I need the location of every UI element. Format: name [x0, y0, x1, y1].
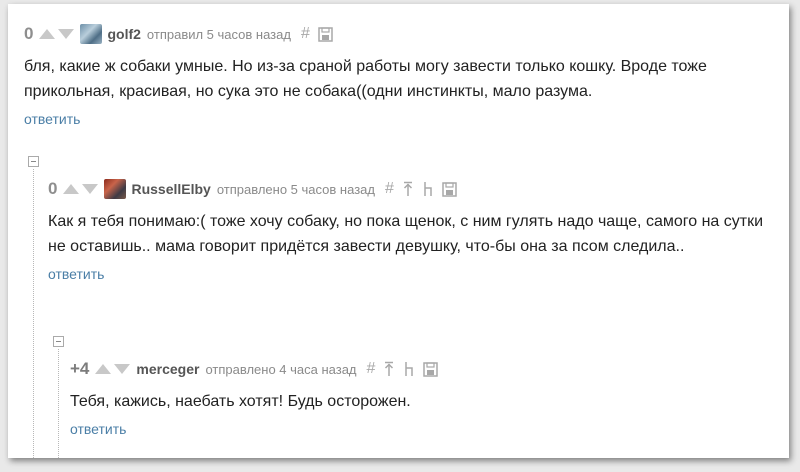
comment-header: 0 RussellElby отправлено 5 часов назад #: [48, 177, 783, 201]
save-icon[interactable]: [442, 181, 457, 197]
branch-icon[interactable]: [403, 361, 415, 377]
branch-icon[interactable]: [422, 181, 434, 197]
save-icon[interactable]: [318, 26, 333, 42]
comment-header: +4 merceger отправлено 4 часа назад #: [70, 357, 782, 381]
hash-icon[interactable]: #: [367, 360, 376, 378]
comment-text: Как я тебя понимаю:( тоже хочу собаку, н…: [48, 213, 764, 255]
comment: +4 merceger отправлено 4 часа назад # Те…: [70, 357, 782, 437]
avatar[interactable]: [104, 179, 127, 199]
thread-line: [33, 169, 34, 458]
downvote-icon[interactable]: [58, 29, 75, 39]
reply-link[interactable]: ответить: [70, 421, 782, 437]
upvote-icon[interactable]: [95, 364, 112, 374]
reply-link[interactable]: ответить: [24, 111, 779, 127]
comment-rating: 0: [48, 179, 58, 198]
comment-header: 0 golf2 отправил 5 часов назад #: [24, 22, 779, 46]
comment-text: бля, какие ж собаки умные. Но из-за сран…: [24, 58, 707, 100]
parent-icon[interactable]: [383, 361, 395, 377]
comment-timestamp: отправил 5 часов назад: [146, 26, 291, 42]
comment-rating: 0: [24, 24, 34, 43]
comment: 0 RussellElby отправлено 5 часов назад #: [48, 177, 783, 282]
thread-line: [58, 349, 59, 458]
save-icon[interactable]: [423, 361, 439, 377]
comments-panel: 0 golf2 отправил 5 часов назад # бля, ка…: [8, 4, 789, 458]
collapse-toggle-icon[interactable]: [53, 336, 64, 347]
comment-text: Тебя, кажись, наебать хотят! Будь осторо…: [70, 393, 411, 410]
hash-icon[interactable]: #: [301, 25, 310, 43]
comment: 0 golf2 отправил 5 часов назад # бля, ка…: [24, 22, 779, 127]
avatar[interactable]: [80, 24, 103, 44]
reply-link[interactable]: ответить: [48, 266, 783, 282]
comment-rating: +4: [70, 359, 90, 378]
username[interactable]: merceger: [136, 361, 199, 377]
username[interactable]: golf2: [107, 26, 140, 42]
hash-icon[interactable]: #: [385, 180, 394, 198]
comment-timestamp: отправлено 4 часа назад: [205, 361, 357, 377]
downvote-icon[interactable]: [82, 184, 99, 194]
collapse-toggle-icon[interactable]: [28, 156, 39, 167]
upvote-icon[interactable]: [39, 29, 56, 39]
upvote-icon[interactable]: [63, 184, 80, 194]
downvote-icon[interactable]: [114, 364, 131, 374]
comment-timestamp: отправлено 5 часов назад: [216, 181, 375, 197]
parent-icon[interactable]: [402, 181, 414, 197]
username[interactable]: RussellElby: [131, 181, 210, 197]
